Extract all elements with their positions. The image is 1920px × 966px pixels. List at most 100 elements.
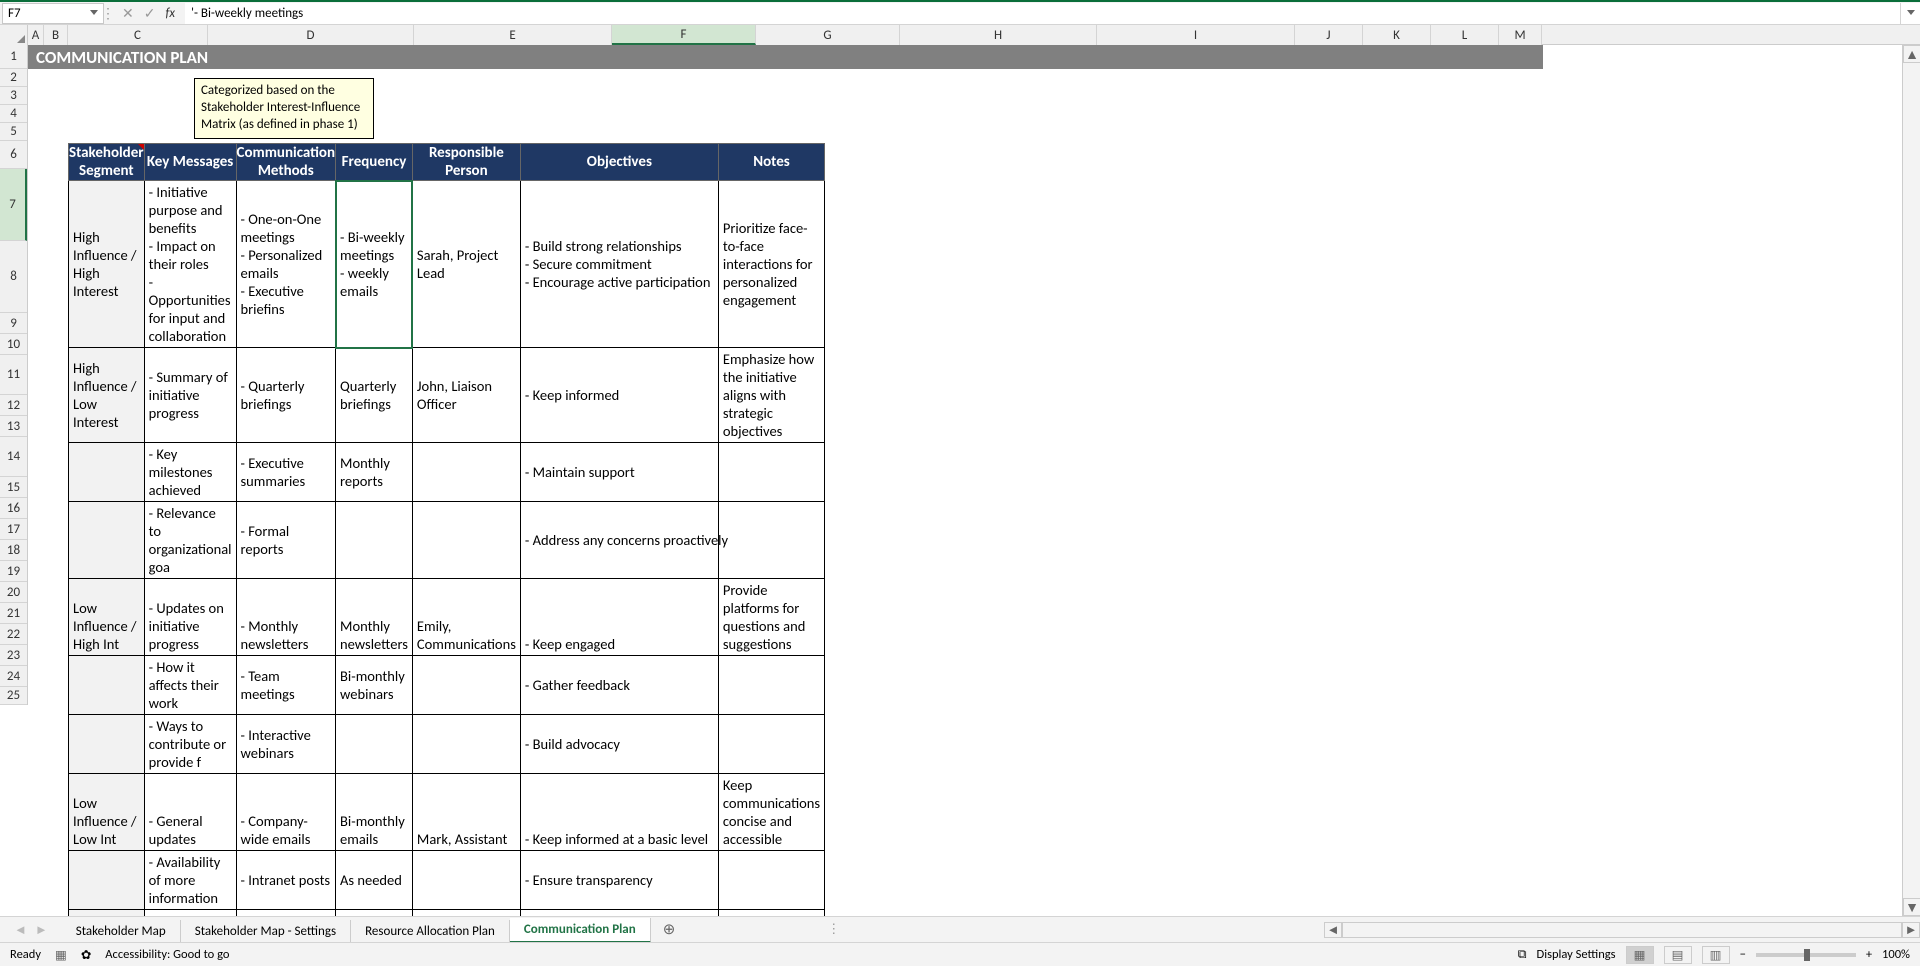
- sheet-tab[interactable]: Stakeholder Map - Settings: [181, 920, 351, 943]
- table-cell[interactable]: Monthly reports: [336, 443, 413, 502]
- row-header-13[interactable]: 13: [0, 416, 27, 437]
- fx-icon[interactable]: fx: [165, 6, 175, 21]
- row-header-11[interactable]: 11: [0, 355, 27, 395]
- row-header-10[interactable]: 10: [0, 334, 27, 355]
- table-cell[interactable]: [412, 910, 520, 917]
- row-header-3[interactable]: 3: [0, 87, 27, 105]
- column-header-I[interactable]: I: [1097, 25, 1295, 45]
- row-header-24[interactable]: 24: [0, 666, 27, 687]
- table-cell[interactable]: [718, 502, 824, 579]
- table-cell[interactable]: - Formal reports: [236, 502, 336, 579]
- enter-icon[interactable]: ✓: [144, 5, 156, 22]
- row-header-1[interactable]: 1: [0, 45, 27, 69]
- table-cell[interactable]: High Influence / Low Interest: [69, 348, 145, 443]
- row-header-23[interactable]: 23: [0, 645, 27, 666]
- table-cell[interactable]: - Team meetings: [236, 656, 336, 715]
- table-cell[interactable]: [69, 502, 145, 579]
- formula-expand-button[interactable]: [1900, 3, 1920, 24]
- row-header-2[interactable]: 2: [0, 69, 27, 87]
- zoom-in-button[interactable]: +: [1866, 947, 1872, 962]
- column-header-A[interactable]: A: [28, 25, 44, 45]
- table-header[interactable]: Frequency: [336, 144, 413, 181]
- table-cell[interactable]: - Ways to contribute or provide f: [144, 715, 236, 774]
- table-cell[interactable]: Low Influence / Low Int: [69, 774, 145, 851]
- row-header-7[interactable]: 7: [0, 169, 27, 241]
- name-box[interactable]: F7: [2, 3, 104, 24]
- table-cell[interactable]: - Bi-weekly meetings - weekly emails: [336, 181, 413, 348]
- row-header-25[interactable]: 25: [0, 687, 27, 705]
- table-cell[interactable]: - Intranet posts: [236, 851, 336, 910]
- table-cell[interactable]: Quarterly briefings: [336, 348, 413, 443]
- column-header-K[interactable]: K: [1363, 25, 1431, 45]
- table-cell[interactable]: - Ensure transparency: [520, 851, 718, 910]
- table-cell[interactable]: Keep communications concise and accessib…: [718, 774, 824, 851]
- hscroll-left-icon[interactable]: ◄: [1324, 922, 1342, 938]
- table-cell[interactable]: - General updates: [144, 774, 236, 851]
- table-cell[interactable]: - How it affects their work: [144, 656, 236, 715]
- table-cell[interactable]: [69, 443, 145, 502]
- table-cell[interactable]: Mark, Assistant: [412, 774, 520, 851]
- hscroll-right-icon[interactable]: ►: [1902, 922, 1920, 938]
- scroll-down-icon[interactable]: ▼: [1903, 898, 1920, 916]
- table-cell[interactable]: John, Liaison Officer: [412, 348, 520, 443]
- row-header-4[interactable]: 4: [0, 105, 27, 123]
- display-settings-icon[interactable]: ⧉: [1518, 947, 1527, 962]
- column-header-C[interactable]: C: [68, 25, 208, 45]
- column-header-J[interactable]: J: [1295, 25, 1363, 45]
- new-sheet-button[interactable]: ⊕: [651, 920, 688, 939]
- table-cell[interactable]: - Digital bulletin boards: [236, 910, 336, 917]
- column-header-D[interactable]: D: [208, 25, 414, 45]
- display-settings-label[interactable]: Display Settings: [1537, 947, 1616, 962]
- view-page-layout-button[interactable]: ▤: [1664, 946, 1692, 964]
- column-header-B[interactable]: B: [44, 25, 68, 45]
- table-cell[interactable]: - Initiative purpose and benefits - Impa…: [144, 181, 236, 348]
- zoom-level[interactable]: 100%: [1882, 947, 1910, 962]
- row-header-5[interactable]: 5: [0, 123, 27, 141]
- table-cell[interactable]: [718, 910, 824, 917]
- table-cell[interactable]: - Availability of more information: [144, 851, 236, 910]
- table-cell[interactable]: [718, 715, 824, 774]
- table-header[interactable]: Communication Methods: [236, 144, 336, 181]
- table-cell[interactable]: Bi-monthly emails: [336, 774, 413, 851]
- table-cell[interactable]: [336, 715, 413, 774]
- table-cell[interactable]: - Keep informed: [520, 348, 718, 443]
- column-header-E[interactable]: E: [414, 25, 612, 45]
- formula-input[interactable]: '- Bi-weekly meetings: [185, 3, 1900, 24]
- table-cell[interactable]: - Key milestones achieved: [144, 443, 236, 502]
- row-header-19[interactable]: 19: [0, 561, 27, 582]
- table-cell[interactable]: [336, 502, 413, 579]
- table-cell[interactable]: [412, 851, 520, 910]
- table-header[interactable]: Notes: [718, 144, 824, 181]
- row-header-9[interactable]: 9: [0, 313, 27, 334]
- sheet-tab[interactable]: Resource Allocation Plan: [351, 920, 510, 943]
- table-cell[interactable]: [69, 656, 145, 715]
- row-header-21[interactable]: 21: [0, 603, 27, 624]
- table-cell[interactable]: High Influence / High Interest: [69, 181, 145, 348]
- zoom-slider[interactable]: [1756, 953, 1856, 957]
- view-page-break-button[interactable]: ▥: [1702, 946, 1730, 964]
- table-cell[interactable]: [718, 443, 824, 502]
- view-normal-button[interactable]: ▦: [1626, 946, 1654, 964]
- table-cell[interactable]: Prioritize face-to-face interactions for…: [718, 181, 824, 348]
- table-cell[interactable]: Emily, Communications: [412, 579, 520, 656]
- table-cell[interactable]: [412, 443, 520, 502]
- table-cell[interactable]: [69, 851, 145, 910]
- table-cell[interactable]: [412, 656, 520, 715]
- table-cell[interactable]: Monthly newsletters: [336, 579, 413, 656]
- table-cell[interactable]: - Keep informed at a basic level: [520, 774, 718, 851]
- table-cell[interactable]: Sarah, Project Lead: [412, 181, 520, 348]
- zoom-out-button[interactable]: −: [1740, 947, 1746, 962]
- table-cell[interactable]: [412, 715, 520, 774]
- row-header-16[interactable]: 16: [0, 498, 27, 519]
- table-header[interactable]: Stakeholder Segment: [69, 144, 145, 181]
- horizontal-scrollbar[interactable]: [1342, 922, 1902, 938]
- macro-record-icon[interactable]: ▦: [55, 947, 67, 963]
- row-header-18[interactable]: 18: [0, 540, 27, 561]
- column-header-L[interactable]: L: [1431, 25, 1499, 45]
- table-cell[interactable]: [412, 502, 520, 579]
- table-cell[interactable]: - Maintain support: [520, 443, 718, 502]
- table-cell[interactable]: - Summary of initiative progress: [144, 348, 236, 443]
- row-header-15[interactable]: 15: [0, 477, 27, 498]
- tab-nav-prev-icon[interactable]: ►: [35, 922, 48, 938]
- table-cell[interactable]: - One-on-One meetings - Personalized ema…: [236, 181, 336, 348]
